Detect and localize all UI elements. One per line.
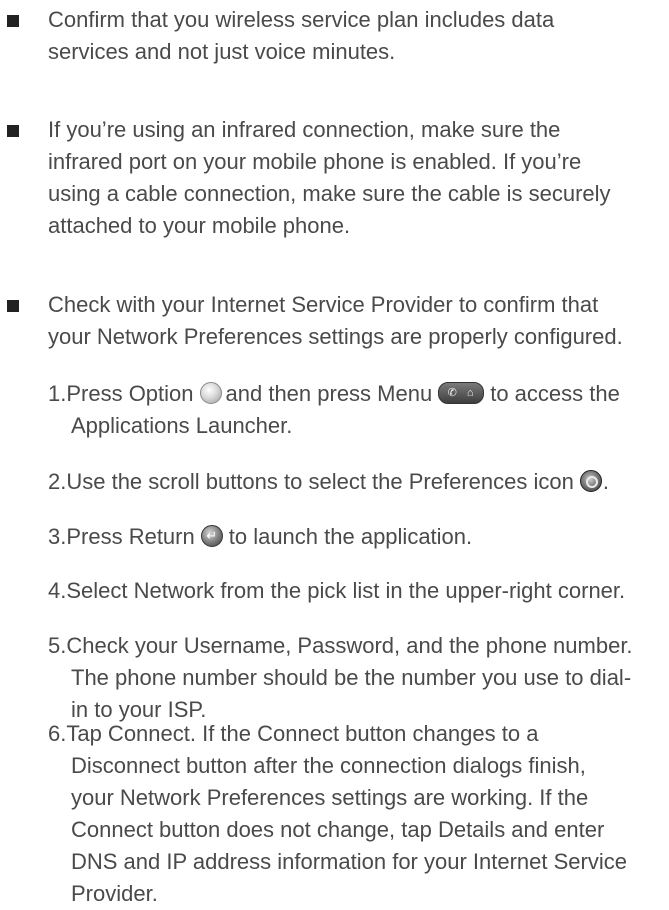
text-line: infrared port on your mobile phone is en… [48, 149, 582, 174]
step-line: Connect button does not change, tap Deta… [71, 817, 605, 842]
step-6: 6.Tap Connect. If the Connect button cha… [48, 718, 669, 910]
step-line: The phone number should be the number yo… [71, 665, 632, 690]
step-line: 5.Check your Username, Password, and the… [48, 633, 633, 658]
step-5: 5.Check your Username, Password, and the… [48, 630, 669, 726]
step-line: Provider. [71, 881, 158, 906]
step-line: Disconnect button after the connection d… [71, 753, 586, 778]
bullet-text: If you’re using an infrared connection, … [48, 114, 669, 242]
bullet-text: Confirm that you wireless service plan i… [48, 4, 669, 68]
preferences-icon [579, 470, 602, 493]
square-bullet-icon [7, 300, 19, 312]
return-key-icon: ↵ [200, 525, 223, 548]
step-4: 4.Select Network from the pick list in t… [48, 575, 669, 607]
step-line: DNS and IP address information for your … [71, 849, 627, 874]
step-text: 2.Use the scroll buttons to select the P… [48, 469, 574, 494]
text-line: attached to your mobile phone. [48, 213, 351, 238]
step-3: 3.Press Return ↵ to launch the application… [48, 521, 669, 553]
text-line: your Network Preferences settings are pr… [48, 324, 623, 349]
step-text: 3.Press Return [48, 524, 195, 549]
text-line: Confirm that you wireless service plan i… [48, 7, 555, 32]
step-text: to access the [490, 381, 620, 406]
text-line: Check with your Internet Service Provide… [48, 292, 599, 317]
step-text: and then press Menu [225, 381, 433, 406]
step-text: 1.Press Option [48, 381, 194, 406]
step-2: 2.Use the scroll buttons to select the P… [48, 466, 669, 498]
square-bullet-icon [7, 125, 19, 137]
step-text: . [602, 469, 609, 494]
step-text: to launch the application. [228, 524, 473, 549]
step-line: 6.Tap Connect. If the Connect button cha… [48, 721, 539, 746]
square-bullet-icon [7, 15, 19, 27]
menu-key-icon: ✆ ⌂ [438, 382, 485, 405]
step-line: 4.Select Network from the pick list in t… [48, 578, 626, 603]
bullet-text: Check with your Internet Service Provide… [48, 289, 669, 353]
text-line: services and not just voice minutes. [48, 39, 396, 64]
step-line: 2.Use the scroll buttons to select the P… [48, 466, 669, 498]
step-line: 3.Press Return ↵ to launch the application… [48, 521, 669, 553]
text-line: using a cable connection, make sure the … [48, 181, 611, 206]
text-line: If you’re using an infrared connection, … [48, 117, 561, 142]
step-1: 1.Press Option and then press Menu ✆ ⌂ to ac… [48, 378, 669, 442]
step-line: your Network Preferences settings are wo… [71, 785, 589, 810]
option-key-icon [199, 382, 222, 405]
document-page: Confirm that you wireless service plan i… [0, 0, 669, 906]
step-line: 1.Press Option and then press Menu ✆ ⌂ to ac… [48, 378, 669, 410]
step-line: Applications Launcher. [71, 413, 293, 438]
